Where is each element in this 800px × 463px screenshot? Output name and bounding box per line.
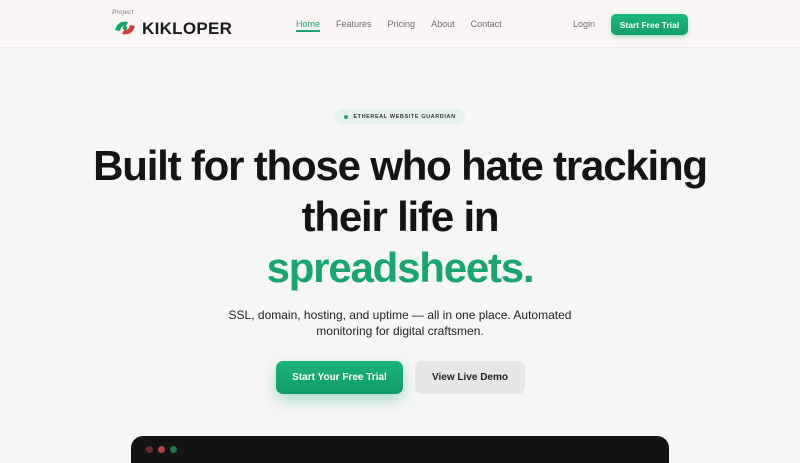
hero-subheading: SSL, domain, hosting, and uptime — all i… bbox=[228, 308, 572, 338]
top-navbar: Project KIKLOPER Home Features Pricing A… bbox=[0, 0, 800, 48]
headline-highlight: spreadsheets. bbox=[266, 244, 535, 291]
logo-prefix: Project bbox=[112, 9, 134, 16]
login-link[interactable]: Login bbox=[573, 0, 595, 48]
start-your-free-trial-button[interactable]: Start Your Free Trial bbox=[276, 361, 403, 394]
kikloper-logo-icon bbox=[115, 21, 135, 35]
hero-headline: Built for those who hate tracking their … bbox=[50, 140, 750, 293]
start-free-trial-button[interactable]: Start Free Trial bbox=[611, 14, 688, 35]
status-dot-icon bbox=[344, 114, 349, 119]
window-maximize-dot-icon bbox=[170, 446, 177, 453]
logo-wordmark: KIKLOPER bbox=[142, 19, 233, 38]
hero-badge: ETHEREAL WEBSITE GUARDIAN bbox=[335, 109, 465, 124]
brand-logo[interactable]: Project KIKLOPER bbox=[112, 9, 232, 41]
headline-line-2: their life in bbox=[301, 193, 500, 240]
nav-item-features[interactable]: Features bbox=[336, 0, 372, 48]
nav-item-contact[interactable]: Contact bbox=[471, 0, 502, 48]
nav-item-home[interactable]: Home bbox=[296, 0, 321, 48]
nav-item-about[interactable]: About bbox=[431, 0, 455, 48]
window-minimize-dot-icon bbox=[158, 446, 165, 453]
nav-item-pricing[interactable]: Pricing bbox=[388, 0, 416, 48]
badge-label: ETHEREAL WEBSITE GUARDIAN bbox=[353, 113, 456, 120]
app-preview-window bbox=[131, 436, 669, 463]
main-menu: Home Features Pricing About Contact bbox=[296, 0, 518, 48]
headline-line-1: Built for those who hate tracking bbox=[93, 142, 708, 189]
view-live-demo-button[interactable]: View Live Demo bbox=[415, 361, 525, 394]
window-close-dot-icon bbox=[146, 446, 153, 453]
